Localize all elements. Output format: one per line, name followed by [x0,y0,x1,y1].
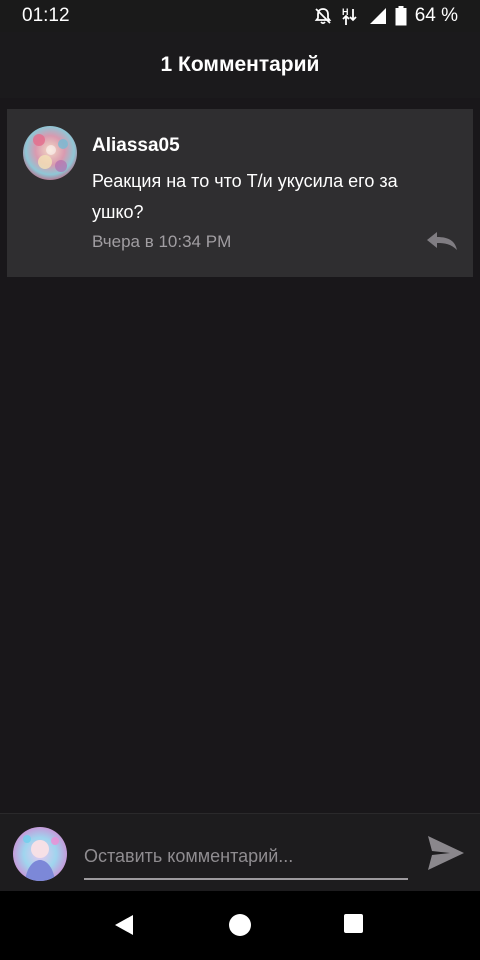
comment-card: Aliassa05 Реакция на то что Т/и укусила … [7,109,473,277]
comment-composer [0,813,480,892]
comment-input[interactable] [84,834,408,880]
status-time: 01:12 [22,5,70,26]
notifications-off-icon [313,6,333,26]
recents-icon[interactable] [343,913,365,940]
home-icon[interactable] [227,913,253,944]
status-bar: 01:12 H 64 % [0,0,480,32]
page-title: 1 Комментарий [160,53,320,76]
comment-timestamp: Вчера в 10:34 PM [92,232,232,251]
header: 1 Комментарий [0,32,480,98]
comment-author[interactable]: Aliassa05 [92,135,180,157]
reply-icon[interactable] [425,229,459,253]
system-nav-bar [0,891,480,960]
current-user-avatar[interactable] [13,827,67,881]
send-icon[interactable] [426,834,466,872]
comment-text: Реакция на то что Т/и укусила его за ушк… [92,171,398,222]
signal-icon [369,7,387,25]
data-transfer-icon: H [341,6,361,26]
battery-icon [395,6,407,26]
battery-percent: 64 % [414,5,458,26]
back-icon[interactable] [113,913,135,942]
user-avatar[interactable] [23,126,77,180]
status-icons: H 64 % [313,5,458,27]
